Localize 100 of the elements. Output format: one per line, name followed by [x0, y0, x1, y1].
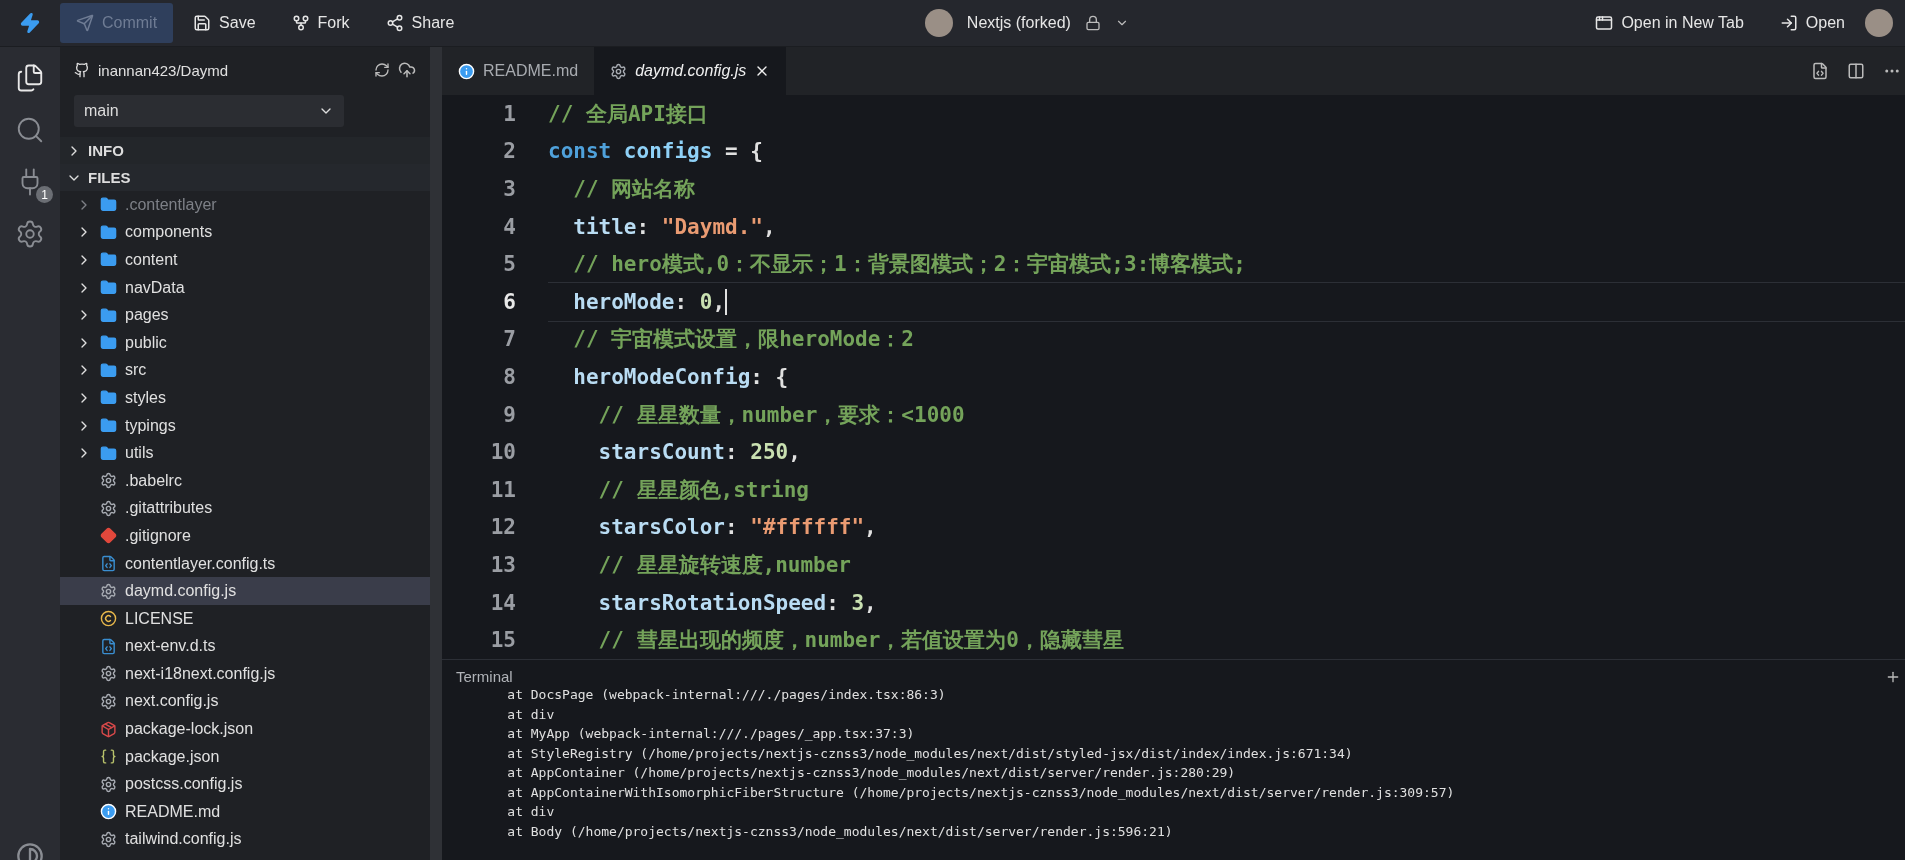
share-button[interactable]: Share [369, 3, 471, 43]
folder-item[interactable]: .contentlayer [60, 191, 430, 219]
fork-icon [291, 14, 310, 32]
file-item[interactable]: next-env.d.ts [60, 632, 430, 661]
line-number: 7 [502, 327, 517, 352]
fork-button[interactable]: Fork [275, 3, 366, 43]
split-editor-icon[interactable] [1847, 62, 1865, 80]
folder-item[interactable]: src [60, 356, 430, 385]
info-icon [100, 803, 117, 821]
folder-icon [100, 279, 117, 297]
section-header[interactable]: INFO [60, 137, 430, 164]
folder-item[interactable]: public [60, 328, 430, 357]
github-icon [74, 62, 90, 78]
bolt-logo-icon [19, 12, 41, 34]
line-number: 14 [489, 590, 517, 615]
folder-icon [100, 334, 117, 352]
user-avatar[interactable] [1865, 9, 1893, 37]
code-line: // 全局API接口 [548, 100, 709, 128]
code-line: // 星星颜色,string [597, 476, 810, 504]
terminal-line: at MyApp (webpack-internal:///./pages/_app.tsx:37:3) [506, 725, 916, 743]
file-item[interactable]: contentlayer.config.ts [60, 549, 430, 578]
file-item[interactable]: postcss.config.js [60, 770, 430, 799]
line-number: 3 [502, 177, 517, 201]
folder-item[interactable]: pages [60, 301, 430, 329]
save-button[interactable]: Save [177, 3, 272, 43]
folder-item[interactable]: utils [60, 439, 430, 467]
line-number: 8 [502, 364, 517, 389]
gear-icon [100, 693, 117, 710]
typescript-file-icon [100, 637, 117, 655]
file-item[interactable]: .gitignore [60, 522, 430, 550]
lock-icon[interactable] [1084, 15, 1101, 31]
count-badge: 1 [36, 186, 53, 203]
terminal-line: at div [506, 803, 556, 821]
format-icon[interactable] [1811, 62, 1829, 80]
folder-item[interactable]: components [60, 218, 430, 247]
folder-icon [100, 196, 117, 214]
typescript-file-icon [100, 555, 117, 572]
terminal-title: Terminal [456, 668, 513, 685]
line-number: 11 [489, 477, 517, 502]
gear-icon [100, 582, 117, 600]
info-icon [458, 62, 475, 80]
code-line: // 网站名称 [572, 176, 697, 203]
line-number: 10 [489, 440, 517, 465]
gear-icon [100, 472, 117, 490]
line-number: 13 [489, 552, 517, 577]
file-item[interactable]: next.config.js [60, 687, 430, 716]
open-button[interactable]: Open [1763, 3, 1861, 43]
line-number: 4 [502, 214, 517, 239]
terminal-line: at AppContainer (/home/projects/nextjs-cznss3/node_modules/next/dist/server/render.js:280:29) [506, 764, 1237, 782]
terminal-line: at div [506, 705, 556, 724]
code-line: // 彗星出现的频度，number，若值设置为0，隐藏彗星 [597, 627, 1125, 655]
file-item[interactable]: LICENSE [60, 604, 430, 633]
file-item[interactable]: package.json [60, 742, 430, 771]
terminal-line: at DocsPage (webpack-internal:///./pages/index.tsx:86:3) [506, 686, 947, 704]
file-item[interactable]: package-lock.json [60, 715, 430, 743]
save-icon [193, 14, 212, 32]
braces-icon [100, 748, 117, 766]
editor-tab[interactable]: daymd.config.js [594, 47, 787, 95]
folder-item[interactable]: navData [60, 273, 430, 302]
file-item[interactable]: .gitattributes [60, 494, 430, 523]
file-item[interactable]: README.md [60, 798, 430, 826]
terminal-line: at StyleRegistry (/home/projects/nextjs-cznss3/node_modules/next/dist/styled-jsx/dist/index/index.js:671:34) [506, 744, 1354, 763]
gear-icon [100, 665, 117, 683]
refresh-icon[interactable] [374, 62, 390, 78]
line-number: 15 [489, 628, 517, 653]
code-line: title: "Daymd.", [572, 213, 777, 241]
settings-icon[interactable] [15, 219, 45, 249]
line-number: 5 [502, 252, 517, 277]
code-line: heroModeConfig: { [572, 363, 790, 391]
gear-icon [100, 775, 117, 793]
folder-item[interactable]: typings [60, 411, 430, 440]
code-line: // hero模式,0：不显示；1：背景图模式；2：宇宙模式;3:博客模式; [572, 251, 1247, 279]
copyright-icon [100, 610, 117, 628]
folder-icon [100, 417, 117, 435]
project-title: Nextjs (forked) [966, 14, 1071, 32]
open-icon [1779, 14, 1798, 32]
folder-item[interactable]: content [60, 246, 430, 274]
cloud-upload-icon[interactable] [398, 61, 416, 79]
folder-icon [100, 251, 117, 269]
code-line: starsRotationSpeed: 3, [597, 589, 878, 617]
terminal-line: at AppContainerWithIsomorphicFiberStructure (/home/projects/nextjs-cznss3/node_modules/next/dist/server/render.js:309:57) [506, 783, 1456, 802]
file-item[interactable]: .babelrc [60, 466, 430, 495]
line-number: 1 [502, 101, 517, 126]
code-line: starsColor: "#ffffff", [597, 514, 878, 542]
folder-icon [100, 361, 117, 379]
package-icon [100, 720, 117, 738]
search-icon[interactable] [15, 115, 45, 145]
line-number: 6 [502, 289, 517, 314]
section-header[interactable]: FILES [60, 164, 430, 191]
folder-icon [100, 389, 117, 407]
branch-select[interactable]: main [74, 95, 344, 127]
avatar [924, 9, 953, 37]
line-number: 12 [489, 515, 517, 540]
files-icon[interactable] [15, 63, 45, 93]
folder-item[interactable]: styles [60, 384, 430, 412]
folder-icon [100, 444, 117, 462]
new-tab-button[interactable]: Open in New Tab [1579, 3, 1760, 43]
file-item[interactable]: tailwind.config.js [60, 825, 430, 854]
file-item[interactable]: next-i18next.config.js [60, 660, 430, 688]
file-item[interactable]: daymd.config.js [60, 577, 430, 605]
